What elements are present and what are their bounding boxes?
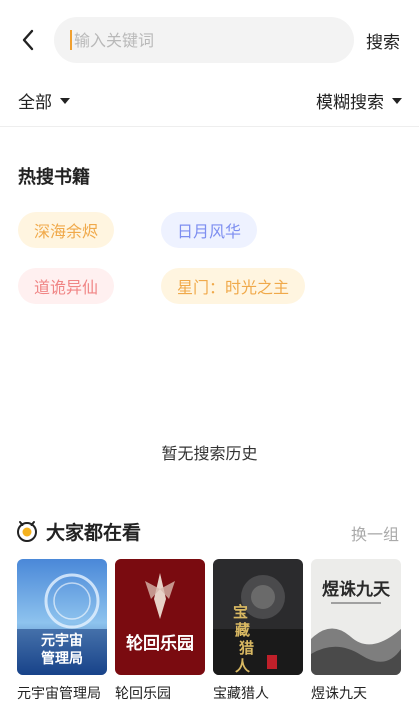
book-cover-title: 藏 [235, 621, 250, 639]
back-button[interactable] [14, 24, 42, 56]
text-caret [70, 30, 72, 50]
book-cover-title: 管理局 [41, 650, 83, 667]
caret-down-icon [60, 97, 70, 104]
recommend-header: 大家都在看 换一组 [0, 516, 419, 546]
book-cover: 宝 藏 猎 人 [213, 559, 303, 675]
book-card[interactable]: 轮回乐园 轮回乐园 [115, 559, 205, 703]
search-button[interactable]: 搜索 [366, 28, 400, 53]
book-card[interactable]: 宝 藏 猎 人 宝藏猎人 [213, 559, 303, 703]
filter-bar: 全部 模糊搜索 [0, 82, 419, 118]
search-input[interactable] [74, 30, 324, 50]
caret-down-icon [392, 97, 402, 104]
scope-dropdown[interactable]: 全部 [18, 88, 70, 113]
hot-books-title: 热搜书籍 [18, 167, 90, 188]
hot-book-tag[interactable]: 深海余烬 [18, 212, 115, 248]
book-title: 宝藏猎人 [213, 686, 269, 702]
book-cover: 轮回乐园 [115, 559, 205, 675]
search-mode-dropdown[interactable]: 模糊搜索 [316, 88, 402, 113]
book-cover-title: 轮回乐园 [126, 633, 194, 654]
book-title: 元宇宙管理局 [17, 686, 101, 702]
search-mode-label: 模糊搜索 [316, 93, 384, 113]
book-card[interactable]: 煜诛九天 煜诛九天 [311, 559, 401, 703]
recommend-title: 大家都在看 [46, 522, 142, 544]
book-cover: 煜诛九天 [311, 559, 401, 675]
book-cover-title: 煜诛九天 [322, 579, 391, 600]
book-cover-title: 人 [235, 657, 251, 675]
chevron-left-icon [22, 29, 34, 51]
book-list: 元宇宙 管理局 元宇宙管理局 轮回乐园 轮回乐园 宝 藏 猎 人 宝藏猎人 煜诛… [0, 559, 419, 709]
book-title: 轮回乐园 [115, 686, 171, 702]
book-cover-title: 元宇宙 [41, 632, 83, 649]
hot-book-tag[interactable]: 日月风华 [161, 212, 258, 248]
top-bar: 搜索 [0, 0, 419, 80]
empty-history-text: 暂无搜索历史 [161, 444, 258, 463]
book-card[interactable]: 元宇宙 管理局 元宇宙管理局 [17, 559, 107, 703]
divider [0, 126, 419, 127]
scope-dropdown-label: 全部 [18, 93, 52, 113]
book-cover-title: 猎 [239, 639, 254, 657]
refresh-group-button[interactable]: 换一组 [351, 521, 399, 545]
hot-book-tag[interactable]: 道诡异仙 [18, 268, 115, 304]
hot-book-tag[interactable]: 星门：时光之主 [161, 268, 306, 304]
search-box[interactable] [54, 17, 354, 63]
book-cover-title: 宝 [233, 603, 248, 621]
book-cover: 元宇宙 管理局 [17, 559, 107, 675]
eye-icon [17, 521, 37, 542]
book-title: 煜诛九天 [311, 686, 367, 702]
